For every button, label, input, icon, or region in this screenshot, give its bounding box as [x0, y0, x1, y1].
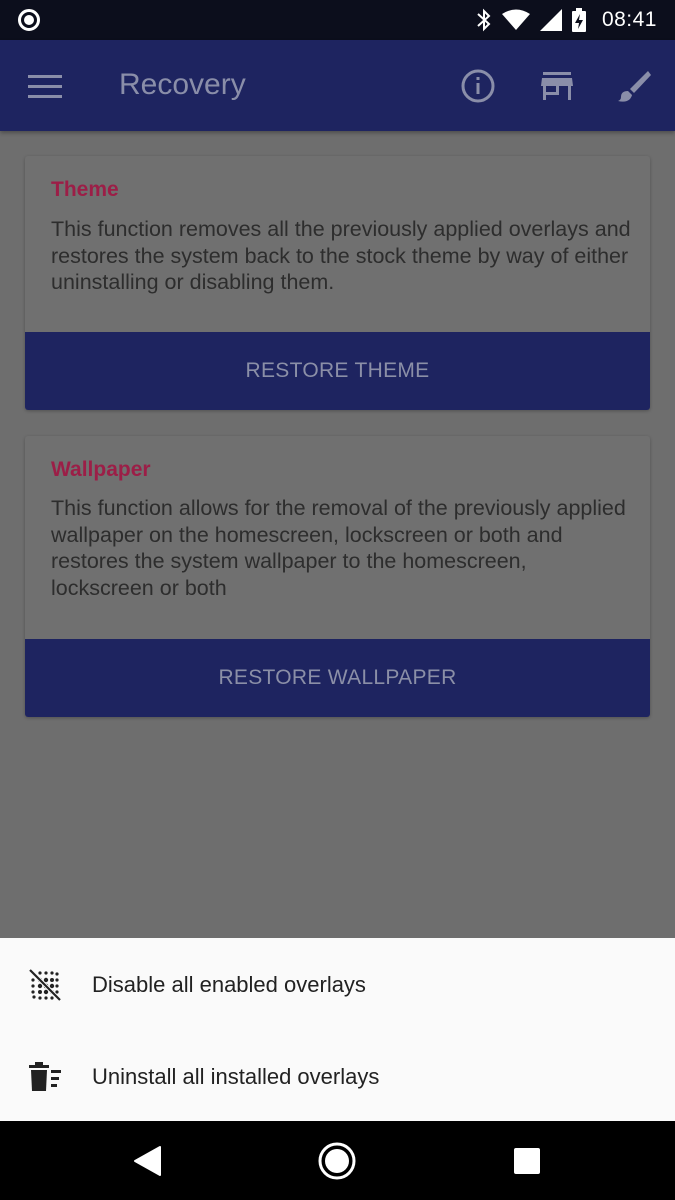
sheet-item-label: Disable all enabled overlays	[92, 972, 366, 997]
theme-card-title: Theme	[51, 178, 119, 201]
menu-icon[interactable]	[28, 73, 62, 99]
theme-card: Theme This function removes all the prev…	[25, 156, 650, 410]
brush-icon[interactable]	[616, 68, 652, 104]
back-icon[interactable]	[128, 1141, 168, 1181]
wallpaper-card-description: This function allows for the removal of …	[51, 496, 626, 600]
store-icon[interactable]	[539, 68, 575, 104]
page-title: Recovery	[119, 68, 246, 101]
navigation-bar	[0, 1121, 675, 1200]
sheet-item-label: Uninstall all installed overlays	[92, 1064, 380, 1089]
wifi-icon	[501, 9, 530, 30]
theme-card-description: This function removes all the previously…	[51, 217, 631, 294]
wallpaper-card-title: Wallpaper	[51, 458, 151, 481]
restore-theme-button[interactable]: RESTORE THEME	[25, 332, 650, 410]
record-indicator-icon	[18, 9, 40, 31]
sheet-item-disable-overlays[interactable]: Disable all enabled overlays	[0, 938, 675, 1030]
bluetooth-icon	[477, 8, 491, 32]
clock: 08:41	[601, 8, 657, 31]
home-icon[interactable]	[317, 1141, 357, 1181]
status-bar: 08:41	[0, 0, 675, 40]
bottom-sheet: Disable all enabled overlays Uninstall a…	[0, 938, 675, 1121]
app-bar: Recovery	[0, 40, 675, 131]
restore-wallpaper-button[interactable]: RESTORE WALLPAPER	[25, 639, 650, 717]
wallpaper-card: Wallpaper This function allows for the r…	[25, 436, 650, 717]
signal-icon	[539, 9, 562, 31]
info-icon[interactable]	[460, 68, 496, 104]
sheet-item-uninstall-overlays[interactable]: Uninstall all installed overlays	[0, 1030, 675, 1122]
uninstall-trash-icon	[29, 1062, 61, 1091]
disable-overlays-icon	[28, 968, 62, 1002]
battery-charging-icon	[571, 8, 586, 32]
recents-icon[interactable]	[507, 1141, 547, 1181]
